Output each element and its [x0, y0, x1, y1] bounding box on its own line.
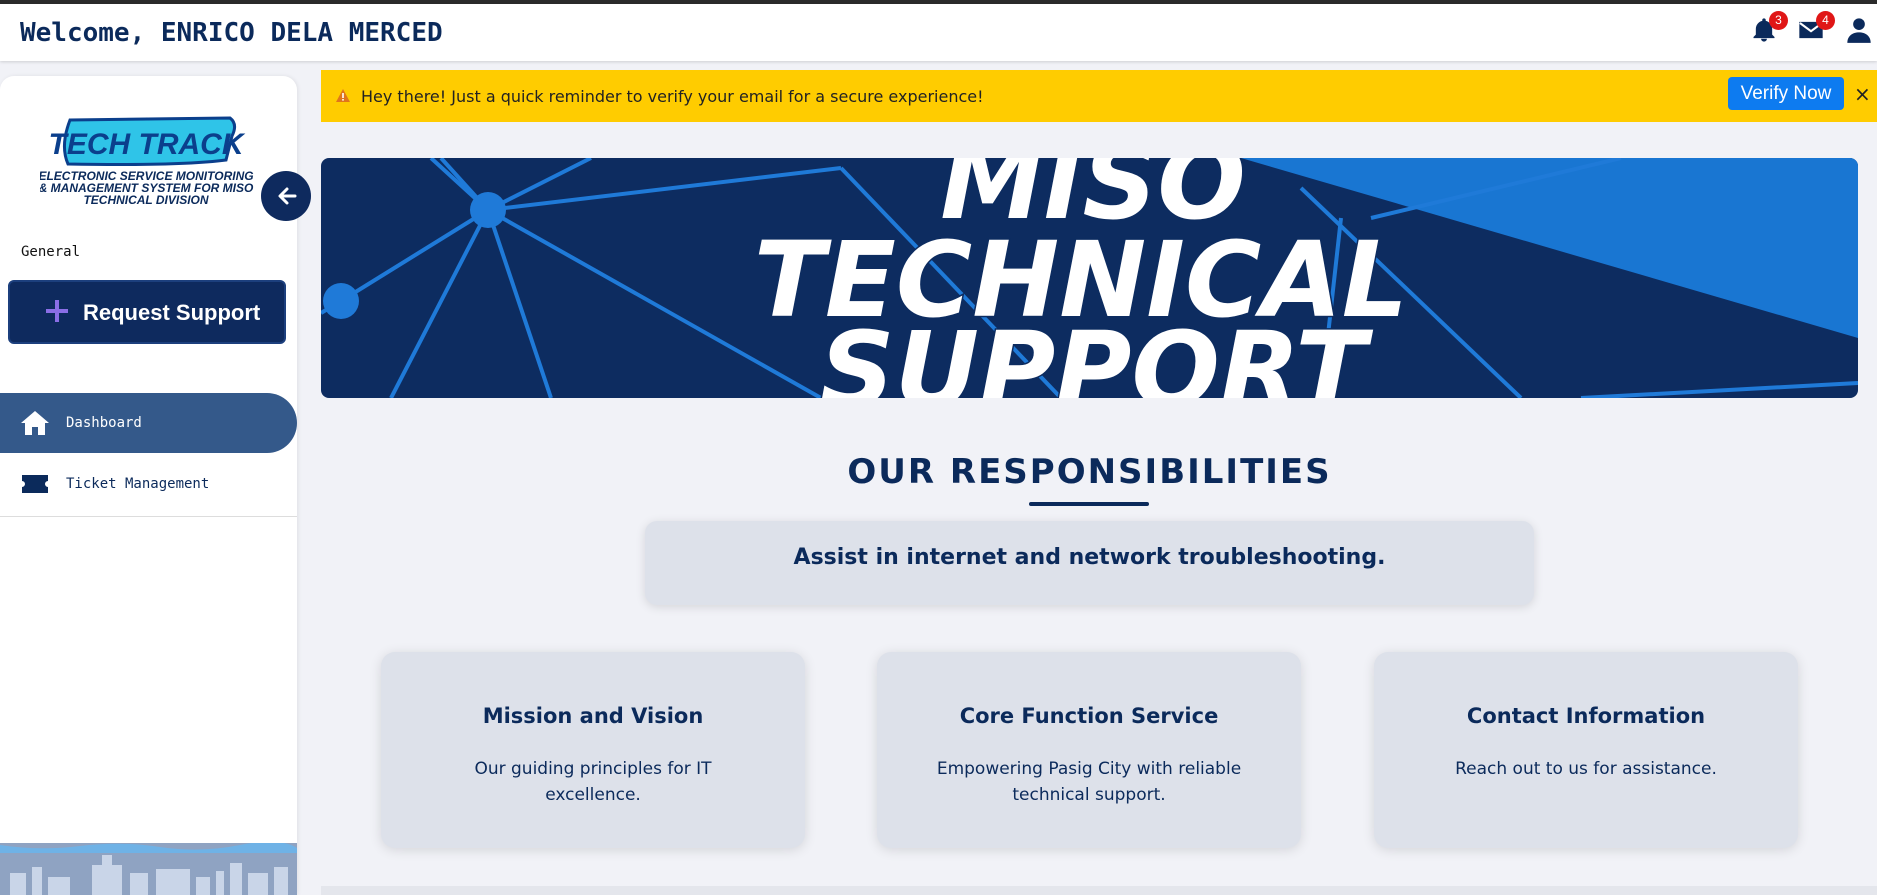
sidebar-item-label: Dashboard: [66, 415, 142, 431]
logo-title: TECH TRACK: [49, 128, 246, 161]
verify-email-alert: Hey there! Just a quick reminder to veri…: [321, 70, 1877, 122]
card-description: Reach out to us for assistance.: [1455, 759, 1717, 779]
tech-track-logo: TECH TRACK ELECTRONIC SERVICE MONITORING…: [38, 116, 255, 216]
card-mission-vision[interactable]: Mission and Vision Our guiding principle…: [381, 652, 805, 848]
arrow-left-icon: [278, 187, 297, 205]
sidebar-item-dashboard[interactable]: Dashboard: [0, 393, 297, 453]
messages-button[interactable]: 4: [1797, 11, 1835, 46]
user-icon: [1847, 18, 1871, 43]
card-title: Mission and Vision: [482, 704, 704, 728]
notifications-badge: 3: [1769, 11, 1788, 30]
section-label-general: General: [21, 244, 81, 260]
nav-divider: [0, 516, 297, 517]
ticket-icon: [22, 475, 48, 493]
next-section-edge: [321, 886, 1877, 895]
section-title: OUR RESPONSIBILITIES: [847, 452, 1332, 492]
banner-line-support: SUPPORT: [820, 309, 1374, 398]
home-icon: [21, 411, 49, 435]
card-description: Our guiding principles for IT excellence…: [474, 759, 712, 805]
alert-close-button[interactable]: ×: [1854, 82, 1871, 106]
collapse-sidebar-button[interactable]: [261, 171, 311, 221]
card-description: Empowering Pasig City with reliable tech…: [936, 759, 1242, 805]
sidebar-item-label: Ticket Management: [66, 476, 210, 492]
warning-icon: [336, 89, 350, 102]
plus-icon: [46, 300, 68, 322]
messages-badge: 4: [1816, 11, 1835, 30]
card-title: Core Function Service: [959, 704, 1219, 728]
card-title: Contact Information: [1466, 704, 1706, 728]
section-title-underline: [1029, 502, 1149, 506]
card-core-function-service[interactable]: Core Function Service Empowering Pasig C…: [877, 652, 1301, 848]
verify-now-button[interactable]: Verify Now: [1728, 77, 1844, 110]
alert-message: Hey there! Just a quick reminder to veri…: [361, 87, 984, 106]
responsibility-card: Assist in internet and network troublesh…: [645, 521, 1534, 605]
request-support-button[interactable]: Request Support: [8, 280, 286, 344]
miso-technical-support-banner: MISO TECHNICAL SUPPORT: [321, 158, 1858, 398]
sidebar: TECH TRACK ELECTRONIC SERVICE MONITORING…: [0, 76, 297, 895]
request-support-label: Request Support: [83, 300, 261, 325]
logo-subtitle-3: TECHNICAL DIVISION: [83, 193, 208, 207]
city-skyline-image: [0, 843, 297, 895]
sidebar-item-ticket-management[interactable]: Ticket Management: [0, 454, 297, 514]
card-contact-information[interactable]: Contact Information Reach out to us for …: [1374, 652, 1798, 848]
welcome-message: Welcome, ENRICO DELA MERCED: [20, 18, 443, 48]
top-bar: Welcome, ENRICO DELA MERCED 3 4: [0, 4, 1877, 61]
notifications-button[interactable]: 3: [1750, 11, 1788, 46]
profile-button[interactable]: [1845, 16, 1875, 46]
